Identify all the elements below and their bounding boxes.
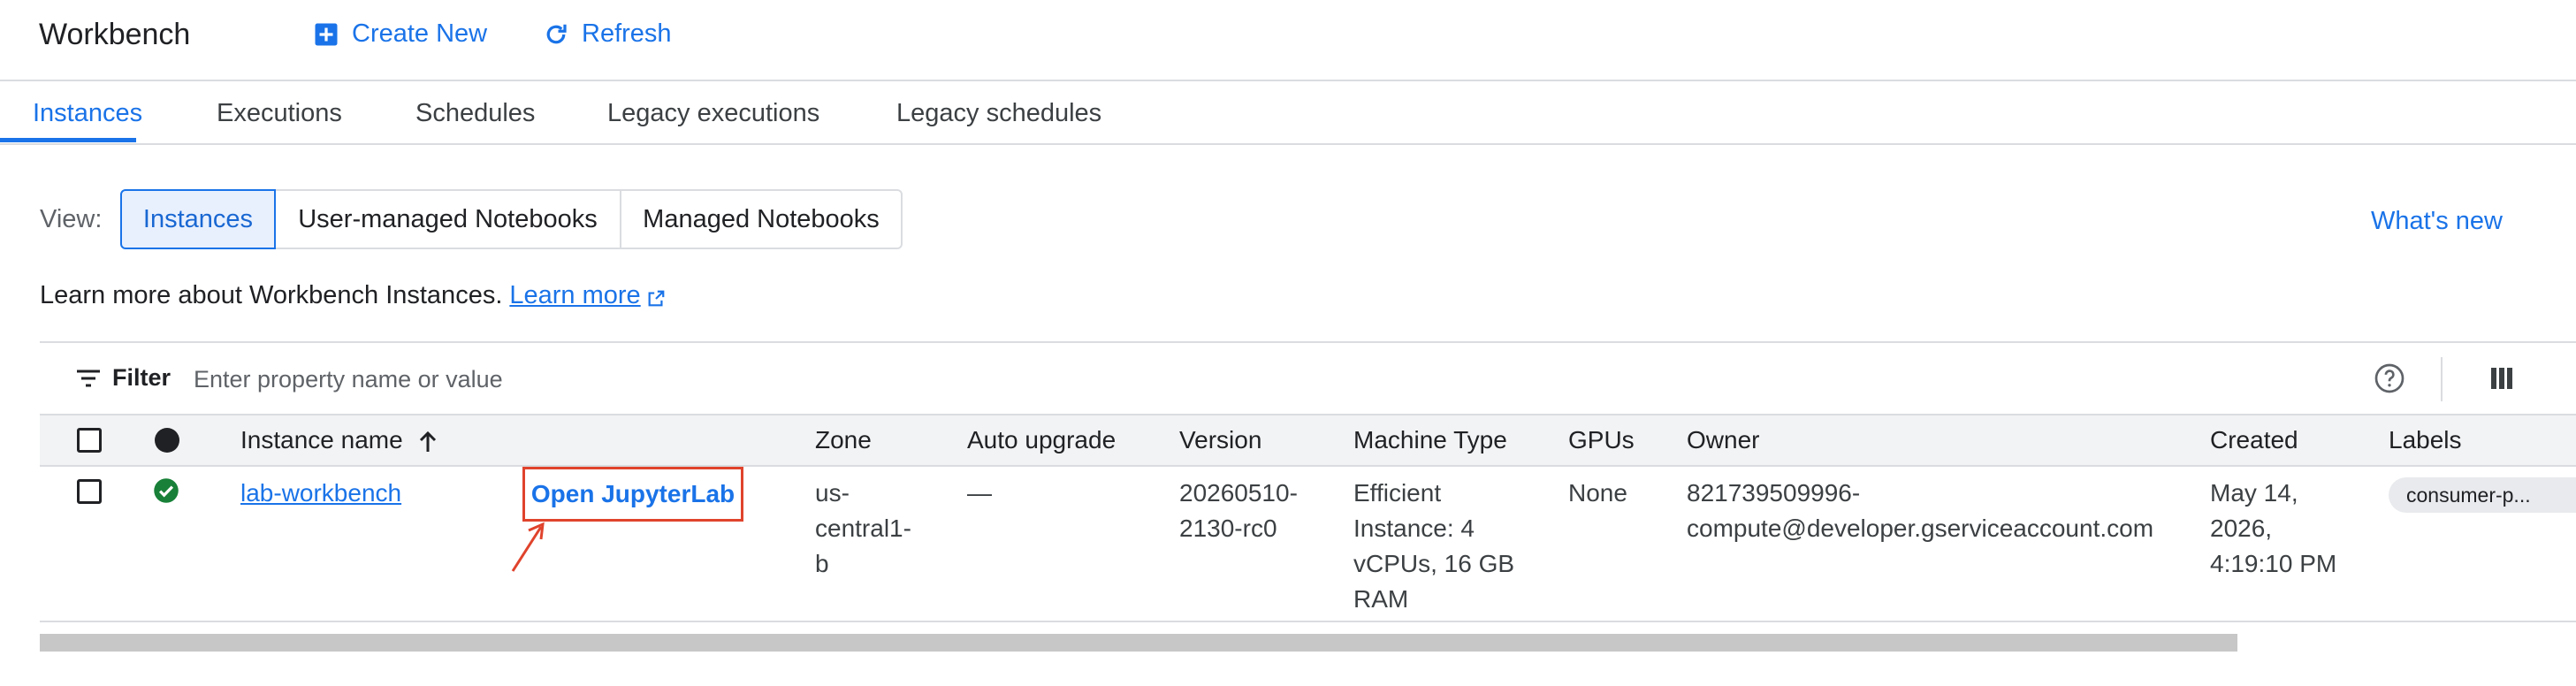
app-title: Workbench [39, 18, 191, 51]
app-header: Workbench Create New Refresh [0, 0, 2576, 81]
annotation-arrow-icon [507, 522, 550, 575]
created-line: 2026, [2210, 514, 2273, 542]
view-option-instances[interactable]: Instances [120, 189, 276, 249]
owner-line: 821739509996- [1687, 479, 1861, 507]
column-header-created[interactable]: Created [2210, 426, 2298, 454]
instance-name-link[interactable]: lab-workbench [240, 476, 401, 511]
divider [2441, 357, 2443, 401]
version-line: 2130-rc0 [1179, 514, 1277, 542]
machine-type-line: Instance: 4 [1353, 514, 1475, 542]
tab-instances[interactable]: Instances [33, 99, 142, 128]
tab-bar: Instances Executions Schedules Legacy ex… [0, 81, 2576, 145]
zone-line: us- [815, 479, 850, 507]
version-cell: 20260510- 2130-rc0 [1179, 476, 1298, 546]
owner-line: compute@developer.gserviceaccount.com [1687, 514, 2154, 542]
column-header-labels[interactable]: Labels [2389, 426, 2462, 454]
external-link-icon [646, 286, 666, 306]
open-jupyterlab-button[interactable]: Open JupyterLab [522, 467, 743, 522]
info-message: Learn more about Workbench Instances. [40, 281, 503, 309]
whats-new-link[interactable]: What's new [2371, 207, 2503, 236]
refresh-label: Refresh [582, 19, 672, 48]
instance-name-header-label: Instance name [240, 426, 403, 454]
gpus-cell: None [1568, 479, 1627, 507]
info-text: Learn more about Workbench Instances. Le… [40, 281, 666, 310]
machine-type-line: Efficient [1353, 479, 1442, 507]
add-box-icon [313, 21, 339, 48]
row-select-checkbox[interactable] [77, 479, 102, 504]
zone-cell: us- central1- b [815, 476, 911, 582]
column-header-version[interactable]: Version [1179, 426, 1261, 454]
tab-legacy-executions[interactable]: Legacy executions [607, 99, 819, 128]
table-header: Instance name Zone Auto upgrade Version … [40, 415, 2576, 467]
machine-type-line: RAM [1353, 585, 1409, 613]
machine-type-cell: Efficient Instance: 4 vCPUs, 16 GB RAM [1353, 476, 1514, 617]
column-header-owner[interactable]: Owner [1687, 426, 1759, 454]
created-cell: May 14, 2026, 4:19:10 PM [2210, 476, 2336, 582]
created-line: May 14, [2210, 479, 2298, 507]
column-header-gpus[interactable]: GPUs [1568, 426, 1635, 454]
zone-line: central1- [815, 514, 911, 542]
created-line: 4:19:10 PM [2210, 550, 2337, 577]
status-column-icon [155, 428, 179, 453]
column-header-machine-type[interactable]: Machine Type [1353, 426, 1507, 454]
active-tab-indicator [0, 138, 136, 142]
column-header-zone[interactable]: Zone [815, 426, 872, 454]
tab-executions[interactable]: Executions [217, 99, 342, 128]
sort-ascending-icon[interactable] [418, 431, 438, 454]
learn-more-link[interactable]: Learn more [509, 281, 640, 310]
view-option-managed-notebooks[interactable]: Managed Notebooks [620, 189, 903, 249]
help-icon[interactable] [2374, 362, 2405, 394]
column-header-auto-upgrade[interactable]: Auto upgrade [967, 426, 1116, 454]
column-header-instance-name[interactable]: Instance name [240, 426, 438, 454]
tab-legacy-schedules[interactable]: Legacy schedules [896, 99, 1101, 128]
owner-cell: 821739509996- compute@developer.gservice… [1687, 476, 2153, 546]
filter-input[interactable] [192, 359, 991, 400]
zone-line: b [815, 550, 829, 577]
version-line: 20260510- [1179, 479, 1298, 507]
select-all-checkbox[interactable] [77, 428, 102, 453]
create-new-label: Create New [352, 19, 488, 48]
horizontal-scrollbar[interactable] [40, 634, 2237, 652]
view-label: View: [40, 205, 103, 233]
view-option-user-managed-notebooks[interactable]: User-managed Notebooks [274, 189, 621, 249]
label-chip[interactable]: consumer-p... [2389, 477, 2576, 513]
refresh-icon [543, 21, 569, 48]
column-display-icon[interactable] [2490, 366, 2513, 391]
filter-label[interactable]: Filter [112, 364, 171, 392]
auto-upgrade-cell: — [967, 479, 992, 507]
refresh-button[interactable]: Refresh [543, 19, 672, 49]
filter-bar: Filter [40, 341, 2576, 415]
tab-schedules[interactable]: Schedules [415, 99, 535, 128]
create-new-button[interactable]: Create New [313, 19, 487, 49]
status-ok-icon [153, 477, 179, 504]
filter-icon[interactable] [75, 368, 102, 389]
table-row: lab-workbench Open JupyterLab us- centra… [40, 467, 2576, 622]
machine-type-line: vCPUs, 16 GB [1353, 550, 1515, 577]
